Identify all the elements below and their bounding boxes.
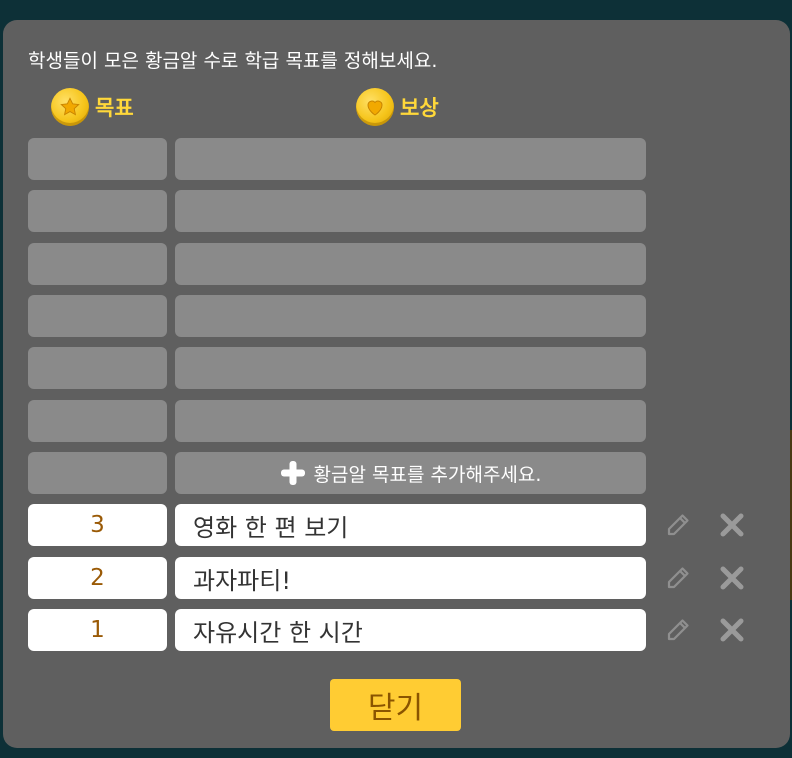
empty-reward-slot <box>175 190 646 232</box>
plus-icon <box>280 461 305 485</box>
goal-count: 3 <box>28 504 167 546</box>
close-button[interactable]: 닫기 <box>330 679 461 731</box>
empty-goal-row <box>28 347 768 389</box>
x-icon[interactable] <box>719 512 745 538</box>
add-goal-button[interactable]: 황금알 목표를 추가해주세요. <box>175 452 646 494</box>
goal-count: 2 <box>28 557 167 599</box>
instruction-text: 학생들이 모은 황금알 수로 학급 목표를 정해보세요. <box>28 50 438 72</box>
empty-goal-row <box>28 400 768 442</box>
empty-count-slot <box>28 190 167 232</box>
empty-reward-slot <box>175 138 646 180</box>
empty-goal-row <box>28 295 768 337</box>
pencil-icon[interactable] <box>665 565 691 591</box>
empty-goal-row <box>28 138 768 180</box>
goal-reward: 자유시간 한 시간 <box>175 609 646 651</box>
goal-row: 2 과자파티! <box>28 557 768 599</box>
empty-count-slot <box>28 295 167 337</box>
star-coin-icon <box>51 88 89 126</box>
goal-reward: 영화 한 편 보기 <box>175 504 646 546</box>
empty-reward-slot <box>175 400 646 442</box>
add-goal-label: 황금알 목표를 추가해주세요. <box>313 463 542 486</box>
goal-column-header: 목표 <box>51 88 134 126</box>
x-icon[interactable] <box>719 617 745 643</box>
goal-row: 1 자유시간 한 시간 <box>28 609 768 651</box>
empty-goal-row <box>28 243 768 285</box>
reward-column-header: 보상 <box>356 88 439 126</box>
empty-count-slot <box>28 138 167 180</box>
goal-modal: 학생들이 모은 황금알 수로 학급 목표를 정해보세요. 목표 보상 황금알 목… <box>3 20 790 748</box>
pencil-icon[interactable] <box>665 617 691 643</box>
empty-count-slot <box>28 452 167 494</box>
x-icon[interactable] <box>719 565 745 591</box>
empty-count-slot <box>28 243 167 285</box>
goal-header-label: 목표 <box>95 96 134 120</box>
empty-count-slot <box>28 347 167 389</box>
empty-count-slot <box>28 400 167 442</box>
goal-row: 3 영화 한 편 보기 <box>28 504 768 546</box>
empty-reward-slot <box>175 347 646 389</box>
add-goal-row: 황금알 목표를 추가해주세요. <box>28 452 768 494</box>
pencil-icon[interactable] <box>665 512 691 538</box>
goal-reward: 과자파티! <box>175 557 646 599</box>
empty-reward-slot <box>175 243 646 285</box>
empty-reward-slot <box>175 295 646 337</box>
heart-coin-icon <box>356 88 394 126</box>
empty-goal-row <box>28 190 768 232</box>
reward-header-label: 보상 <box>400 96 439 120</box>
goal-count: 1 <box>28 609 167 651</box>
